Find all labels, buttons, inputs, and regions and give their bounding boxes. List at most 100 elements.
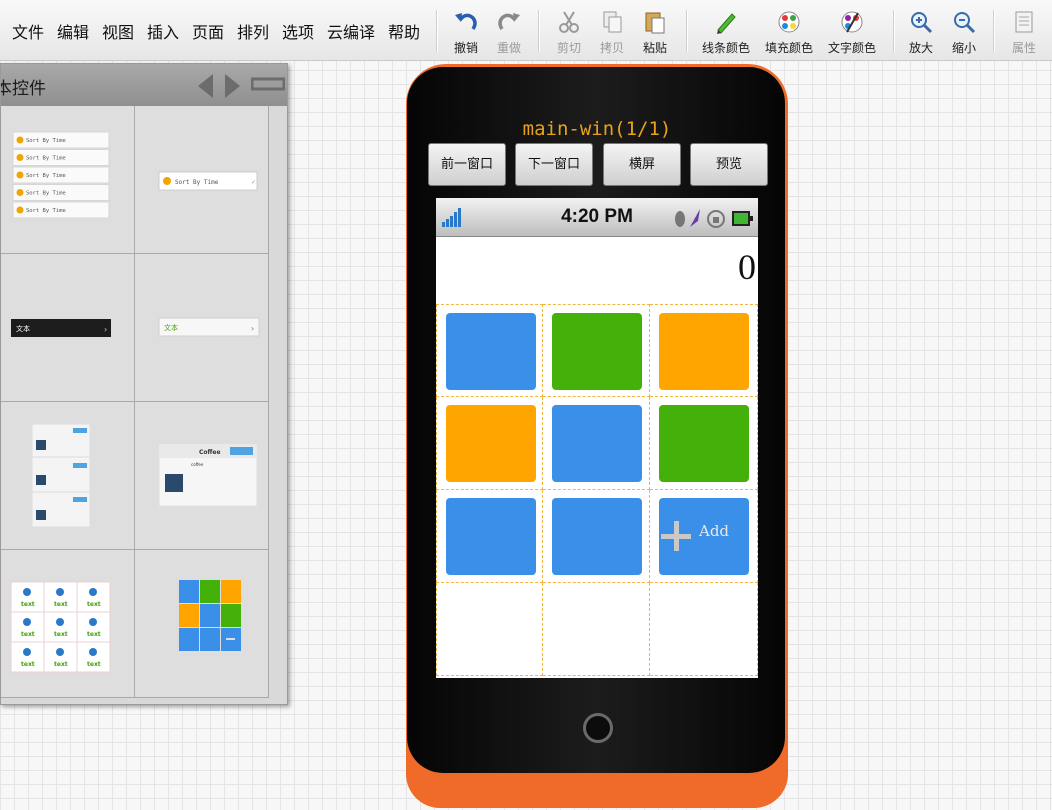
- list-thumb-text: Sort By Time: [26, 191, 66, 197]
- color-tile[interactable]: [552, 405, 642, 482]
- tile-thumb: [221, 580, 241, 603]
- tile-thumb: [221, 604, 241, 627]
- paste-button[interactable]: 粘贴: [629, 8, 681, 58]
- line-color-label: 线条颜色: [701, 41, 750, 55]
- widget-list-view[interactable]: Sort By Time Sort By Time Sort By Time Sort…: [1, 106, 135, 254]
- phone-simulator: main-win(1/1) 前一窗口 下一窗口 横屏 预览 4:20 PM 0 …: [405, 64, 789, 808]
- card-list-thumbnail: [31, 423, 91, 528]
- panel-prev-icon[interactable]: [195, 72, 215, 100]
- dropdown-thumbnail: Sort By Time ✓: [158, 171, 258, 191]
- list-thumb-text: Sort By Time: [26, 156, 66, 162]
- clock-icon: [675, 211, 685, 227]
- add-tile[interactable]: Add: [659, 498, 749, 575]
- icon-grid-text: text: [21, 631, 35, 638]
- menu-edit[interactable]: 编辑: [57, 19, 89, 43]
- zoom-out-button[interactable]: 缩小: [938, 8, 990, 58]
- grid-cell: [436, 304, 543, 397]
- svg-text:✓: ✓: [251, 179, 256, 186]
- zoom-in-icon: [911, 12, 933, 34]
- widget-card[interactable]: Coffee coffee: [135, 402, 269, 550]
- preview-button[interactable]: 预览: [690, 143, 768, 186]
- panel-minimize-icon[interactable]: [251, 76, 285, 92]
- globe-icon: [89, 618, 97, 626]
- menu-arrange[interactable]: 排列: [237, 19, 269, 43]
- widget-light-button[interactable]: 文本 ›: [135, 254, 269, 402]
- clock-icon: [16, 189, 24, 196]
- home-button[interactable]: [583, 713, 613, 743]
- icon-grid-text: text: [87, 601, 101, 608]
- widget-tile-grid[interactable]: [135, 550, 269, 698]
- color-tile[interactable]: [552, 498, 642, 575]
- clock-icon: [16, 154, 24, 161]
- color-tile[interactable]: [552, 313, 642, 390]
- color-tile[interactable]: [659, 405, 749, 482]
- globe-icon: [56, 648, 64, 656]
- icon-grid-text: text: [54, 631, 68, 638]
- line-color-button[interactable]: 线条颜色: [697, 8, 755, 58]
- menu-options[interactable]: 选项: [282, 19, 314, 43]
- clock-icon: [16, 136, 24, 144]
- widget-dropdown[interactable]: Sort By Time ✓: [135, 106, 269, 254]
- paste-label: 粘贴: [642, 41, 667, 55]
- color-tile[interactable]: [659, 313, 749, 390]
- fill-color-button[interactable]: 填充颜色: [760, 8, 818, 58]
- text-color-button[interactable]: 文字颜色: [823, 8, 881, 58]
- menu-cloud-compile[interactable]: 云编译: [327, 19, 375, 43]
- menu-help[interactable]: 帮助: [388, 19, 420, 43]
- grid-cell: [650, 304, 758, 397]
- widget-icon-grid[interactable]: text text text text text text text text text: [1, 550, 135, 698]
- window-title: main-win(1/1): [522, 118, 672, 140]
- toolbar-separator: [436, 10, 438, 52]
- icon-grid-text: text: [87, 661, 101, 668]
- panel-header: 本控件: [1, 64, 287, 106]
- fill-color-icon: [778, 11, 800, 33]
- grid-cell: [543, 583, 650, 676]
- properties-icon: [1015, 11, 1033, 33]
- icon-grid-text: text: [54, 601, 68, 608]
- prev-window-button[interactable]: 前一窗口: [428, 143, 506, 186]
- icon-grid-text: text: [21, 661, 35, 668]
- redo-button[interactable]: 重做: [483, 8, 535, 58]
- dropdown-thumb-text: Sort By Time: [175, 179, 219, 186]
- list-thumb-text: Sort By Time: [26, 208, 66, 214]
- menu-insert[interactable]: 插入: [147, 19, 179, 43]
- toolbar: 文件 编辑 视图 插入 页面 排列 选项 云编译 帮助 撤销 重做 剪切 拷贝 …: [0, 0, 1052, 61]
- text-color-label: 文字颜色: [827, 41, 876, 55]
- tile-thumb: [200, 580, 220, 603]
- properties-button[interactable]: 属性: [998, 8, 1050, 58]
- icon-grid-thumbnail: text text text text text text text text text: [10, 581, 111, 673]
- clock-icon: [16, 206, 24, 214]
- redo-icon: [498, 13, 520, 30]
- pencil-icon: [717, 13, 736, 34]
- color-tile[interactable]: [446, 498, 536, 575]
- svg-text:›: ›: [251, 324, 254, 333]
- tile-thumb: [179, 628, 199, 651]
- scissors-icon: [559, 11, 579, 33]
- landscape-button[interactable]: 横屏: [603, 143, 681, 186]
- menu-view[interactable]: 视图: [102, 19, 134, 43]
- next-window-button[interactable]: 下一窗口: [515, 143, 593, 186]
- clock-icon: [16, 171, 24, 179]
- color-tile[interactable]: [446, 313, 536, 390]
- grid-cell: [543, 397, 650, 490]
- tile-thumb: [200, 628, 220, 651]
- menu-page[interactable]: 页面: [192, 19, 224, 43]
- grid-cell: [436, 397, 543, 490]
- tile-thumb-empty-row: [178, 651, 242, 677]
- widget-card-list[interactable]: [1, 402, 135, 550]
- globe-icon: [89, 588, 97, 596]
- grid-cell: [650, 583, 758, 676]
- panel-next-icon[interactable]: [223, 72, 243, 100]
- paste-icon: [645, 12, 665, 34]
- color-tile[interactable]: [446, 405, 536, 482]
- globe-icon: [89, 648, 97, 656]
- globe-icon: [56, 618, 64, 626]
- display-value: 0: [738, 247, 756, 287]
- menu-file[interactable]: 文件: [12, 19, 44, 43]
- light-button-thumb-text: 文本: [164, 323, 178, 332]
- card-thumb-sub: coffee: [191, 462, 204, 467]
- list-thumb-text: Sort By Time: [26, 138, 66, 144]
- dark-button-thumbnail: 文本 ›: [11, 319, 111, 337]
- widget-dark-button[interactable]: 文本 ›: [1, 254, 135, 402]
- phone-screen: 4:20 PM 0 Add: [436, 198, 758, 678]
